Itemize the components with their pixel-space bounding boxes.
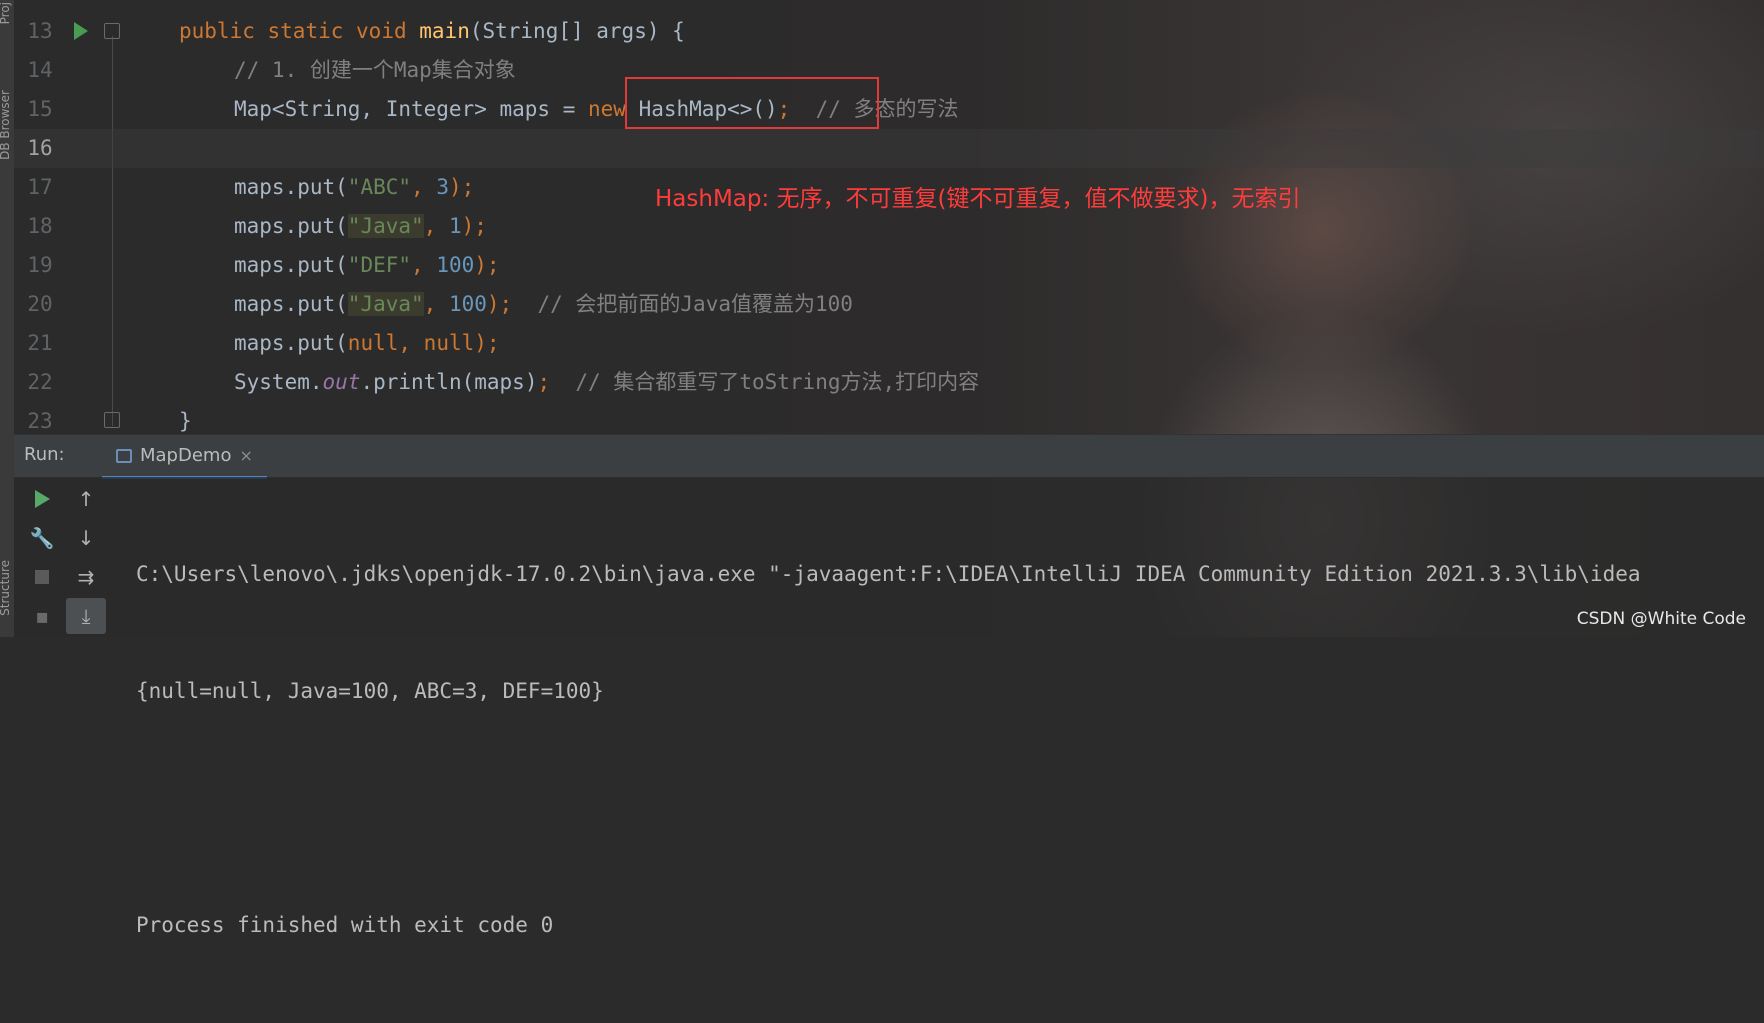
next-occurrence-button[interactable]: ↓ — [66, 520, 106, 556]
line-number: 20 — [27, 292, 53, 316]
run-title: Run: — [24, 444, 65, 465]
tab-mapdemo[interactable]: MapDemo × — [102, 435, 267, 479]
code-editor[interactable]: 13 public static void main(String[] args… — [14, 0, 1764, 434]
line-number: 13 — [27, 19, 53, 43]
watermark: CSDN @White Code — [1576, 609, 1746, 629]
code-line-21[interactable]: 21 maps.put(null, null); — [14, 324, 1764, 363]
code-line-15[interactable]: 15 Map<String, Integer> maps = new HashM… — [14, 90, 1764, 129]
code-text: maps.put(null, null); — [234, 331, 500, 355]
arrow-up-icon: ↑ — [77, 487, 95, 511]
code-line-19[interactable]: 19 maps.put("DEF", 100); — [14, 246, 1764, 285]
soft-wrap-icon: ⇉ — [77, 565, 95, 589]
dump-threads-button[interactable]: ▪ — [22, 598, 62, 634]
close-icon[interactable]: × — [239, 446, 252, 465]
fold-icon[interactable] — [104, 412, 120, 428]
line-number: 15 — [27, 97, 53, 121]
line-number: 18 — [27, 214, 53, 238]
code-text: maps.put("ABC", 3); — [234, 175, 475, 199]
code-line-16[interactable]: 16 — [14, 129, 1764, 168]
console-line: Process finished with exit code 0 — [136, 913, 554, 937]
code-text: maps.put("Java", 1); — [234, 214, 487, 238]
tab-label: MapDemo — [140, 445, 232, 466]
console-icon — [116, 448, 132, 463]
line-number: 16 — [27, 136, 53, 160]
code-line-14[interactable]: 14 // 1. 创建一个Map集合对象 — [14, 51, 1764, 90]
line-number: 14 — [27, 58, 53, 82]
run-gutter-icon[interactable] — [74, 22, 88, 40]
code-line-13[interactable]: 13 public static void main(String[] args… — [14, 12, 1764, 51]
code-text: maps.put("DEF", 100); — [234, 253, 500, 277]
console-line: C:\Users\lenovo\.jdks\openjdk-17.0.2\bin… — [136, 562, 1641, 586]
rerun-button[interactable] — [22, 481, 62, 517]
code-text: // 1. 创建一个Map集合对象 — [234, 58, 516, 82]
settings-button[interactable]: 🔧 — [22, 520, 62, 556]
code-line-22[interactable]: 22 System.out.println(maps); // 集合都重写了to… — [14, 363, 1764, 402]
scroll-to-end-icon: ⤓ — [81, 604, 91, 628]
fold-icon[interactable] — [104, 23, 120, 39]
console-output[interactable]: C:\Users\lenovo\.jdks\openjdk-17.0.2\bin… — [136, 477, 1641, 1023]
previous-occurrence-button[interactable]: ↑ — [66, 481, 106, 517]
run-tool-window-header: Run: MapDemo × — [14, 434, 1764, 479]
structure-tool-label[interactable]: Structure — [0, 560, 12, 616]
db-browser-tool-label[interactable]: DB Browser — [0, 90, 12, 160]
code-text: maps.put("Java", 100); // 会把前面的Java值覆盖为1… — [234, 292, 853, 316]
stop-icon — [35, 570, 49, 584]
line-number: 19 — [27, 253, 53, 277]
run-toolbar-left: 🔧 ▪ — [22, 477, 64, 637]
arrow-down-icon: ↓ — [77, 526, 95, 550]
console-line: {null=null, Java=100, ABC=3, DEF=100} — [136, 679, 604, 703]
run-console-panel: 🔧 ▪ ↑ ↓ ⇉ ⤓ C:\Users\lenovo\.jdks\openjd… — [14, 477, 1764, 937]
code-text: System.out.println(maps); // 集合都重写了toStr… — [234, 370, 980, 394]
code-text: public static void main(String[] args) { — [179, 19, 685, 43]
code-line-20[interactable]: 20 maps.put("Java", 100); // 会把前面的Java值覆… — [14, 285, 1764, 324]
run-toolbar-right: ↑ ↓ ⇉ ⤓ — [66, 477, 108, 637]
line-number: 21 — [27, 331, 53, 355]
highlight-box — [625, 77, 879, 129]
line-number: 17 — [27, 175, 53, 199]
project-tool-label[interactable]: Proj — [0, 2, 12, 24]
line-number: 22 — [27, 370, 53, 394]
wrench-icon: 🔧 — [29, 526, 55, 550]
soft-wrap-button[interactable]: ⇉ — [66, 559, 106, 595]
camera-icon: ▪ — [35, 604, 49, 628]
annotation-text: HashMap: 无序，不可重复(键不可重复，值不做要求)，无索引 — [655, 186, 1301, 212]
play-icon — [34, 490, 50, 508]
left-tool-strip: Proj DB Browser Structure — [0, 0, 15, 637]
scroll-to-end-button[interactable]: ⤓ — [66, 598, 106, 634]
stop-button[interactable] — [22, 559, 62, 595]
